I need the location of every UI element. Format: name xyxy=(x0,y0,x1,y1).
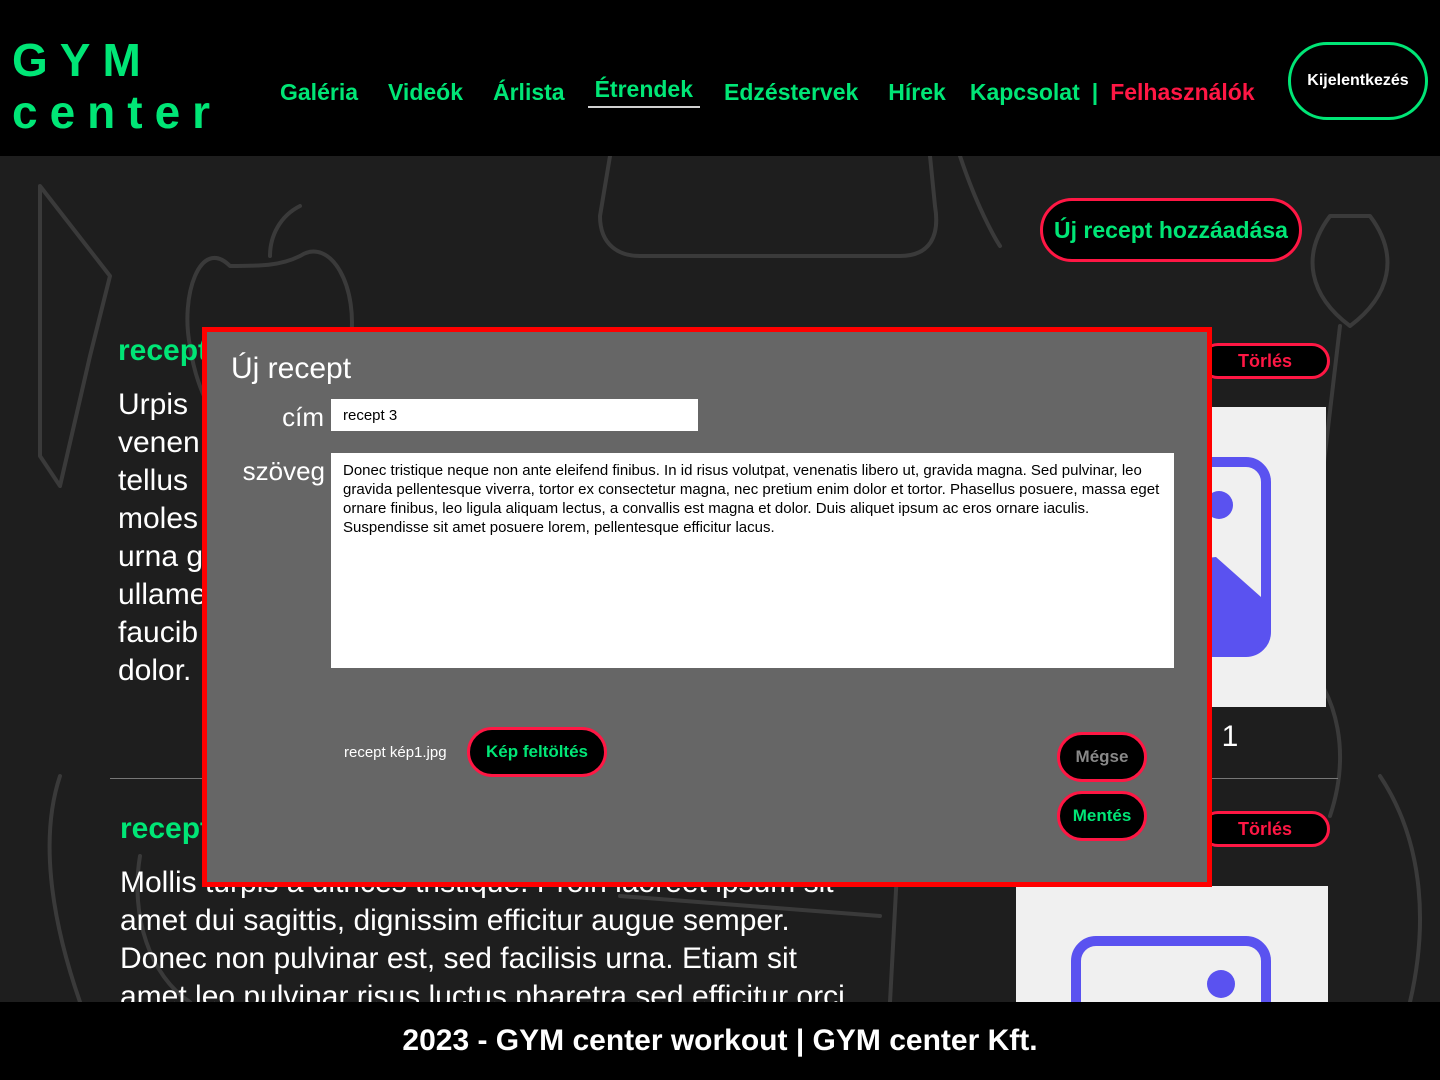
new-recipe-dialog: Új recept cím szöveg Donec tristique neq… xyxy=(202,327,1212,887)
recipe-body-line: moles xyxy=(118,502,199,535)
site-header: GYM center Galéria Videók Árlista Étrend… xyxy=(0,0,1440,156)
title-input[interactable] xyxy=(331,399,698,431)
logo[interactable]: GYM center xyxy=(12,34,222,138)
title-field-label: cím xyxy=(282,402,324,432)
recipe-title: recept xyxy=(120,812,211,845)
image-placeholder-icon xyxy=(1071,936,1271,1002)
nav-kapcsolat[interactable]: Kapcsolat xyxy=(970,79,1080,106)
delete-recipe-button[interactable]: Törlés xyxy=(1200,811,1330,847)
recipe-body-line: urna g xyxy=(118,540,204,573)
recipe-title: recept xyxy=(118,334,209,367)
add-recipe-button[interactable]: Új recept hozzáadása xyxy=(1040,198,1302,262)
footer-text: 2023 - GYM center workout | GYM center K… xyxy=(402,1024,1038,1057)
main-nav: Galéria Videók Árlista Étrendek Edzéster… xyxy=(280,76,1255,108)
nav-arlista[interactable]: Árlista xyxy=(493,79,565,106)
recipe-body-line: tellus xyxy=(118,464,189,497)
cancel-button[interactable]: Mégse xyxy=(1057,732,1147,782)
dialog-title: Új recept xyxy=(231,352,352,385)
logo-line-1: GYM xyxy=(12,34,153,86)
recipe-body-line: venen xyxy=(118,426,200,459)
logout-button[interactable]: Kijelentkezés xyxy=(1288,42,1428,120)
nav-etrendek[interactable]: Étrendek xyxy=(587,76,701,108)
recipe-body-line: Donec non pulvinar est, sed facilisis ur… xyxy=(120,942,797,975)
recipe-body-line: dolor. xyxy=(118,654,192,687)
nav-edzestervek[interactable]: Edzéstervek xyxy=(724,79,858,106)
recipe-body-line: Urpis xyxy=(118,388,189,421)
recipe-body-line: faucib xyxy=(118,616,199,649)
logo-line-2: center xyxy=(12,86,223,138)
recipe-body: Urpis venen tellus moles urna g ullame f… xyxy=(118,386,206,690)
nav-separator: | xyxy=(1091,78,1099,105)
nav-galeria[interactable]: Galéria xyxy=(280,79,358,106)
recipe-body-line: ullame xyxy=(118,578,207,611)
site-footer: 2023 - GYM center workout | GYM center K… xyxy=(0,1002,1440,1080)
recipe-image xyxy=(1016,886,1328,1002)
nav-felhasznalok[interactable]: Felhasználók xyxy=(1110,79,1254,106)
save-button[interactable]: Mentés xyxy=(1057,791,1147,841)
text-field-label: szöveg xyxy=(242,456,325,486)
nav-hirek[interactable]: Hírek xyxy=(888,79,946,106)
text-textarea[interactable]: Donec tristique neque non ante eleifend … xyxy=(331,453,1174,668)
selected-file-name: recept kép1.jpg xyxy=(344,744,447,761)
nav-videok[interactable]: Videók xyxy=(388,79,463,106)
delete-recipe-button[interactable]: Törlés xyxy=(1200,343,1330,379)
recipe-body-line: amet dui sagittis, dignissim efficitur a… xyxy=(120,904,790,937)
recipe-body-line: amet leo pulvinar risus luctus pharetra … xyxy=(120,980,845,1002)
image-upload-button[interactable]: Kép feltöltés xyxy=(467,727,607,777)
